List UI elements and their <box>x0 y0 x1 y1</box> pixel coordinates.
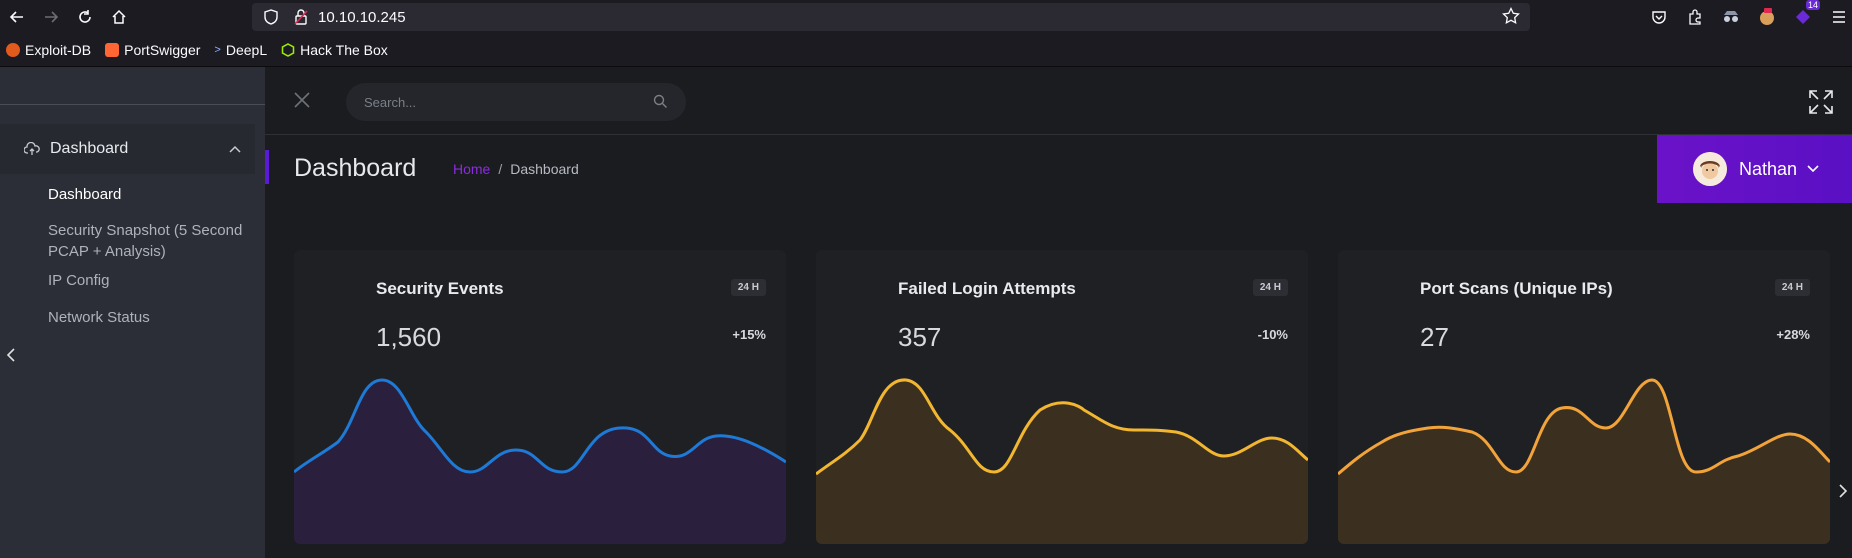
url-bar[interactable]: 10.10.10.245 <box>252 3 1530 31</box>
exploit-db-icon <box>6 43 20 57</box>
menu-icon[interactable] <box>1828 6 1850 28</box>
carousel-prev-icon[interactable] <box>6 348 16 367</box>
pocket-icon[interactable] <box>1648 6 1670 28</box>
card-period-tag: 24 H <box>1252 279 1288 296</box>
extension-badge: 14 <box>1805 0 1820 10</box>
dashboard-content: Security Events 24 H 1,560 +15% Failed L… <box>265 203 1852 558</box>
sidebar: Dashboard Dashboard Security Snapshot (5… <box>0 67 265 558</box>
sidebar-item-ip-config[interactable]: IP Config <box>48 270 109 291</box>
title-bar: Dashboard Home / Dashboard <box>265 136 1852 203</box>
breadcrumb-current: Dashboard <box>510 161 579 177</box>
card-security-events: Security Events 24 H 1,560 +15% <box>294 250 786 544</box>
card-delta: -10% <box>1257 327 1288 342</box>
shield-icon[interactable] <box>260 6 282 28</box>
sidebar-item-dashboard[interactable]: Dashboard <box>48 184 121 205</box>
back-icon[interactable] <box>0 0 34 34</box>
reload-icon[interactable] <box>68 0 102 34</box>
bookmark-star-icon[interactable] <box>1502 6 1520 30</box>
chevron-up-icon[interactable] <box>229 140 241 158</box>
card-delta: +15% <box>732 327 766 342</box>
bookmarks-bar: Exploit-DB PortSwigger > DeepL Hack The … <box>0 34 1852 66</box>
card-value: 1,560 <box>376 322 442 352</box>
forward-icon[interactable] <box>34 0 68 34</box>
user-name: Nathan <box>1739 158 1798 179</box>
portswigger-icon <box>105 43 120 57</box>
fullscreen-icon[interactable] <box>1808 89 1834 120</box>
sparkline-chart <box>294 378 786 544</box>
lock-insecure-icon[interactable] <box>290 6 312 28</box>
chevron-down-icon <box>1807 160 1819 178</box>
sidebar-item-security-snapshot[interactable]: Security Snapshot (5 Second PCAP + Analy… <box>48 220 248 262</box>
cookie-extension-icon[interactable] <box>1756 6 1778 28</box>
card-port-scans: Port Scans (Unique IPs) 24 H 27 +28% <box>1338 250 1830 544</box>
card-title: Failed Login Attempts <box>898 279 1076 298</box>
card-value: 27 <box>1420 322 1449 352</box>
search-input[interactable] <box>364 94 634 110</box>
carousel-next-icon[interactable] <box>1838 484 1848 503</box>
breadcrumb: Home / Dashboard <box>453 161 579 177</box>
sidebar-menu-label: Dashboard <box>50 140 129 157</box>
bookmark-hack-the-box[interactable]: Hack The Box <box>281 42 388 58</box>
sidebar-menu-dashboard[interactable]: Dashboard <box>0 124 255 174</box>
card-title: Security Events <box>376 279 504 298</box>
top-bar <box>265 67 1852 135</box>
home-icon[interactable] <box>102 0 136 34</box>
card-value: 357 <box>898 322 942 352</box>
incognito-icon[interactable] <box>1720 6 1742 28</box>
hack-the-box-icon <box>281 43 295 57</box>
browser-toolbar: 10.10.10.245 14 <box>0 0 1852 34</box>
page-title: Dashboard <box>294 154 417 182</box>
breadcrumb-home[interactable]: Home <box>453 161 490 177</box>
search-box <box>346 83 686 121</box>
bookmark-portswigger[interactable]: PortSwigger <box>105 42 200 58</box>
bookmark-exploit-db[interactable]: Exploit-DB <box>6 42 91 58</box>
sparkline-chart <box>816 378 1308 544</box>
bookmark-deepl[interactable]: > DeepL <box>214 42 267 58</box>
breadcrumb-separator: / <box>498 161 503 177</box>
foxyproxy-icon[interactable]: 14 <box>1792 0 1820 28</box>
extensions-icon[interactable] <box>1684 6 1706 28</box>
sidebar-header <box>0 67 265 105</box>
avatar <box>1693 152 1727 186</box>
card-delta: +28% <box>1776 327 1810 342</box>
card-period-tag: 24 H <box>730 279 766 296</box>
card-title: Port Scans (Unique IPs) <box>1420 279 1613 298</box>
sidebar-item-network-status[interactable]: Network Status <box>48 307 150 328</box>
title-accent <box>265 150 269 184</box>
sparkline-chart <box>1338 378 1830 544</box>
deepl-icon: > <box>214 44 221 56</box>
user-menu[interactable]: Nathan <box>1657 135 1852 203</box>
close-icon[interactable] <box>293 91 311 114</box>
card-failed-logins: Failed Login Attempts 24 H 357 -10% <box>816 250 1308 544</box>
cloud-upload-icon <box>24 142 40 155</box>
search-icon[interactable] <box>653 94 668 114</box>
card-period-tag: 24 H <box>1774 279 1810 296</box>
url-text[interactable]: 10.10.10.245 <box>318 9 406 26</box>
